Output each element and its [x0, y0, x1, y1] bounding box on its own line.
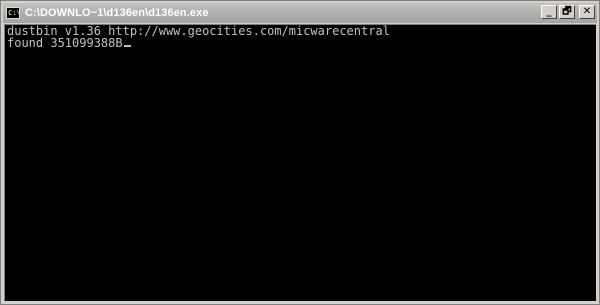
window-title: C:\DOWNLO~1\d136en\d136en.exe — [25, 7, 209, 19]
close-button[interactable]: ✕ — [579, 5, 595, 19]
window-controls: _ 🗗 ✕ — [541, 5, 595, 19]
text-cursor — [123, 45, 131, 47]
minimize-button[interactable]: _ — [541, 5, 557, 19]
title-bar[interactable]: C:\ C:\DOWNLO~1\d136en\d136en.exe _ 🗗 ✕ — [3, 3, 597, 23]
console-window: C:\ C:\DOWNLO~1\d136en\d136en.exe _ 🗗 ✕ … — [0, 0, 600, 305]
console-icon[interactable]: C:\ — [6, 7, 20, 19]
restore-button[interactable]: 🗗 — [559, 5, 575, 19]
console-line: found 351099388B — [5, 37, 596, 49]
console-line-text: found 351099388B — [7, 36, 123, 50]
console-output[interactable]: dustbin v1.36 http://www.geocities.com/m… — [4, 24, 596, 301]
